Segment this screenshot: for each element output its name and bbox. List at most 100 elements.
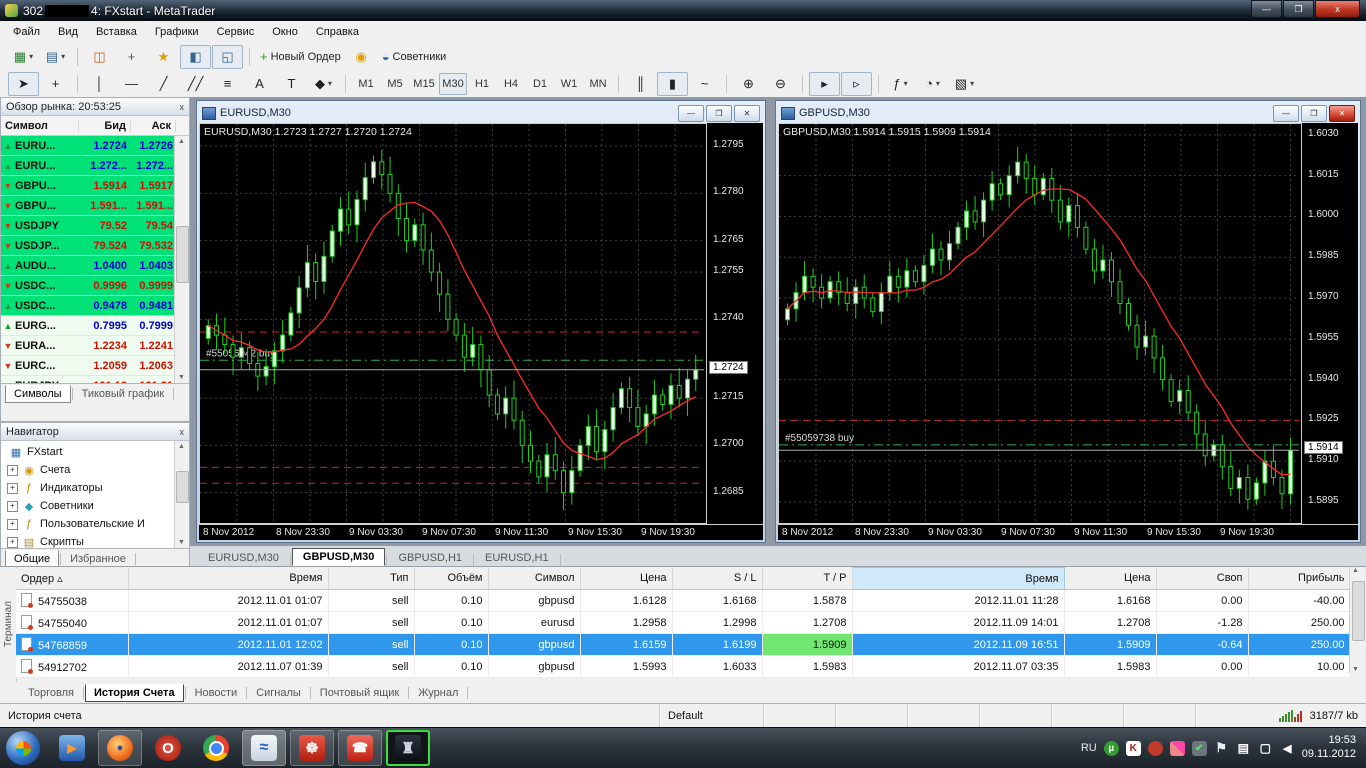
text-label-button[interactable]: T bbox=[276, 72, 307, 96]
chart-close-button[interactable]: ✕ bbox=[734, 105, 760, 122]
taskbar-opera[interactable]: O bbox=[146, 730, 190, 766]
expand-icon[interactable]: + bbox=[7, 465, 18, 476]
chart-tab-0[interactable]: EURUSD,M30 bbox=[198, 550, 289, 566]
market-watch-row[interactable]: ▲AUDU...1.04001.0403 bbox=[1, 256, 189, 276]
text-button[interactable]: A bbox=[244, 72, 275, 96]
navigator-item-3[interactable]: +ƒПользовательские И bbox=[1, 515, 189, 533]
expand-icon[interactable]: + bbox=[7, 519, 18, 530]
chart-restore-button[interactable]: ❒ bbox=[1301, 105, 1327, 122]
navigator-scrollbar[interactable]: ▲ ▼ bbox=[174, 441, 189, 548]
bar-chart-button[interactable]: ║ bbox=[625, 72, 656, 96]
fibonacci-button[interactable]: ≡ bbox=[212, 72, 243, 96]
column-bid[interactable]: Бид bbox=[79, 120, 131, 132]
expand-icon[interactable]: + bbox=[7, 537, 18, 548]
navigator-root[interactable]: ▦FXstart bbox=[1, 443, 189, 461]
market-watch-tab-0[interactable]: Символы bbox=[5, 385, 71, 403]
profiles-button[interactable]: ▤▾ bbox=[40, 45, 71, 69]
history-center-button[interactable]: ★ bbox=[148, 45, 179, 69]
navigator-item-1[interactable]: +ƒИндикаторы bbox=[1, 479, 189, 497]
chart-tab-2[interactable]: GBPUSD,H1 bbox=[388, 550, 472, 566]
navigator-tab-1[interactable]: Избранное bbox=[62, 551, 134, 567]
menu-item-5[interactable]: Окно bbox=[263, 23, 307, 41]
terminal-tab-5[interactable]: Журнал bbox=[410, 685, 466, 701]
eurusd-window-titlebar[interactable]: EURUSD,M30 — ❒ ✕ bbox=[199, 103, 763, 123]
trendline-button[interactable]: ╱ bbox=[148, 72, 179, 96]
arrows-button[interactable]: ◆▾ bbox=[308, 72, 339, 96]
line-chart-button[interactable]: ~ bbox=[689, 72, 720, 96]
language-indicator[interactable]: RU bbox=[1081, 742, 1097, 754]
market-watch-row[interactable]: ▲EURG...0.79950.7999 bbox=[1, 316, 189, 336]
antivirus-tray-icon[interactable]: K bbox=[1126, 741, 1141, 756]
timeframe-M30[interactable]: M30 bbox=[439, 73, 467, 95]
chart-close-button[interactable]: ✕ bbox=[1329, 105, 1355, 122]
taskbar-gear-app[interactable]: ☸ bbox=[290, 730, 334, 766]
taskbar-firefox[interactable]: ● bbox=[98, 730, 142, 766]
chart-minimize-button[interactable]: — bbox=[1273, 105, 1299, 122]
terminal-scrollbar[interactable]: ▲ ▼ bbox=[1349, 567, 1366, 673]
market-watch-row[interactable]: ▼USDC...0.99960.9999 bbox=[1, 276, 189, 296]
column-ask[interactable]: Аск bbox=[131, 120, 176, 132]
new-chart-button[interactable]: ▦▾ bbox=[8, 45, 39, 69]
terminal-toggle-button[interactable]: ◱ bbox=[212, 45, 243, 69]
timeframe-H1[interactable]: H1 bbox=[468, 73, 496, 95]
chart-tab-1[interactable]: GBPUSD,M30 bbox=[292, 548, 386, 566]
action-center-flag-icon[interactable]: ⚑ bbox=[1214, 741, 1229, 756]
market-watch-row[interactable]: ▼GBPU...1.59141.5917 bbox=[1, 176, 189, 196]
column-header-9[interactable]: Цена bbox=[1064, 568, 1156, 590]
timeframe-M15[interactable]: M15 bbox=[410, 73, 438, 95]
history-row-54755038[interactable]: 547550382012.11.01 01:07sell0.10gbpusd1.… bbox=[16, 590, 1350, 612]
menu-item-0[interactable]: Файл bbox=[4, 23, 49, 41]
cursor-button[interactable]: ➤ bbox=[8, 72, 39, 96]
window-minimize-button[interactable]: — bbox=[1251, 0, 1282, 18]
terminal-tab-2[interactable]: Новости bbox=[187, 685, 246, 701]
menu-item-6[interactable]: Справка bbox=[307, 23, 368, 41]
taskbar-metatrader[interactable]: ≈ bbox=[242, 730, 286, 766]
periods-button[interactable]: ◔▾ bbox=[917, 72, 948, 96]
power-plug-icon[interactable]: ▤ bbox=[1236, 741, 1251, 756]
navigator-toggle-button[interactable]: ◧ bbox=[180, 45, 211, 69]
data-window-button[interactable]: + bbox=[116, 45, 147, 69]
terminal-tab-3[interactable]: Сигналы bbox=[248, 685, 309, 701]
volume-icon[interactable]: ◀ bbox=[1280, 741, 1295, 756]
column-header-11[interactable]: Прибыль bbox=[1248, 568, 1350, 590]
taskbar-phone-app[interactable]: ☎ bbox=[338, 730, 382, 766]
market-watch-scrollbar[interactable]: ▲ ▼ bbox=[174, 136, 189, 383]
expand-icon[interactable]: + bbox=[7, 501, 18, 512]
taskbar-chrome[interactable] bbox=[194, 730, 238, 766]
history-row-54755040[interactable]: 547550402012.11.01 01:07sell0.10eurusd1.… bbox=[16, 612, 1350, 634]
eurusd-chart-plot[interactable]: EURUSD,M30 1.2723 1.2727 1.2720 1.2724 #… bbox=[199, 123, 707, 524]
horizontal-line-button[interactable]: — bbox=[116, 72, 147, 96]
market-watch-row[interactable]: ▼USDJPY79.5279.54 bbox=[1, 216, 189, 236]
zoom-out-button[interactable]: ⊖ bbox=[765, 72, 796, 96]
equidistant-channel-button[interactable]: ╱╱ bbox=[180, 72, 211, 96]
column-symbol[interactable]: Символ bbox=[1, 120, 79, 132]
taskbar-game[interactable]: ♜ bbox=[386, 730, 430, 766]
menu-item-2[interactable]: Вставка bbox=[87, 23, 146, 41]
market-watch-row[interactable]: ▼EURA...1.22341.2241 bbox=[1, 336, 189, 356]
history-row-54768859[interactable]: 547688592012.11.01 12:02sell0.10gbpusd1.… bbox=[16, 634, 1350, 656]
network-icon[interactable]: ▢ bbox=[1258, 741, 1273, 756]
market-watch-row[interactable]: ▲EURU...1.272...1.272... bbox=[1, 156, 189, 176]
timeframe-D1[interactable]: D1 bbox=[526, 73, 554, 95]
tray-icon-blocks[interactable] bbox=[1170, 741, 1185, 756]
column-header-0[interactable]: Ордер ▵ bbox=[16, 568, 128, 590]
gbpusd-window-titlebar[interactable]: GBPUSD,M30 — ❒ ✕ bbox=[778, 103, 1358, 123]
alerts-button[interactable]: ◉ bbox=[346, 45, 377, 69]
tray-icon-red[interactable] bbox=[1148, 741, 1163, 756]
chart-shift-button[interactable]: ▹ bbox=[841, 72, 872, 96]
window-maximize-button[interactable]: ❒ bbox=[1283, 0, 1314, 18]
market-watch-close-icon[interactable]: x bbox=[180, 102, 185, 112]
vertical-line-button[interactable]: │ bbox=[84, 72, 115, 96]
candlestick-chart-button[interactable]: ▮ bbox=[657, 72, 688, 96]
market-watch-button[interactable]: ◫ bbox=[84, 45, 115, 69]
column-header-5[interactable]: Цена bbox=[580, 568, 672, 590]
start-button[interactable] bbox=[6, 731, 40, 765]
timeframe-M5[interactable]: M5 bbox=[381, 73, 409, 95]
column-header-1[interactable]: Время bbox=[128, 568, 328, 590]
crosshair-button[interactable]: + bbox=[40, 72, 71, 96]
chart-minimize-button[interactable]: — bbox=[678, 105, 704, 122]
history-row-54912702[interactable]: 549127022012.11.07 01:39sell0.10gbpusd1.… bbox=[16, 656, 1350, 678]
chart-tab-3[interactable]: EURUSD,H1 bbox=[475, 550, 559, 566]
timeframe-W1[interactable]: W1 bbox=[555, 73, 583, 95]
navigator-close-icon[interactable]: x bbox=[180, 427, 185, 437]
